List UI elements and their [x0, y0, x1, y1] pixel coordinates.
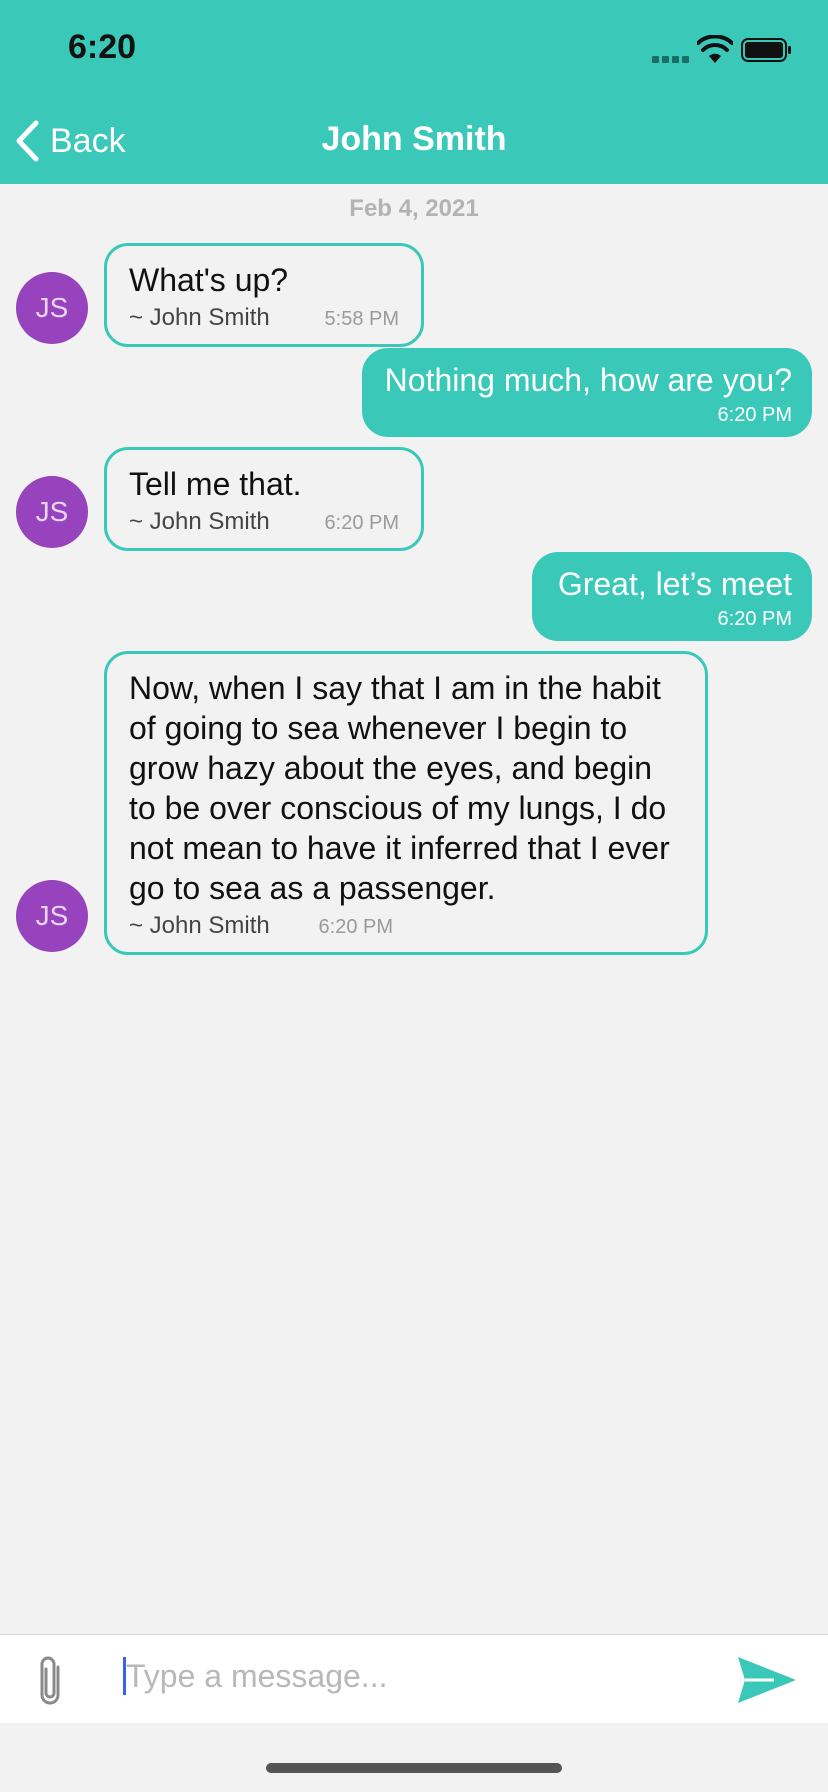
outgoing-message-bubble[interactable]: Great, let’s meet 6:20 PM	[532, 552, 812, 641]
incoming-message-bubble[interactable]: Now, when I say that I am in the habit o…	[104, 651, 708, 955]
message-time: 6:20 PM	[717, 608, 792, 630]
incoming-message-bubble[interactable]: Tell me that. ~ John Smith 6:20 PM	[104, 447, 424, 551]
home-indicator[interactable]	[266, 1763, 562, 1773]
message-sender: ~ John Smith	[129, 912, 270, 939]
navigation-header: 6:20 Back John Smith	[0, 0, 828, 184]
message-text: Now, when I say that I am in the habit o…	[129, 670, 670, 906]
message-sender: ~ John Smith	[129, 304, 270, 331]
message-text: What's up?	[129, 262, 289, 298]
message-input[interactable]	[124, 1645, 708, 1707]
message-text: Nothing much, how are you?	[384, 362, 792, 398]
send-icon[interactable]	[736, 1655, 798, 1705]
cellular-signal-icon	[652, 50, 692, 63]
message-sender: ~ John Smith	[129, 508, 270, 535]
conversation-title: John Smith	[321, 120, 507, 158]
avatar[interactable]: JS	[16, 476, 88, 548]
paperclip-icon[interactable]	[30, 1653, 70, 1711]
message-text: Great, let’s meet	[557, 566, 792, 602]
battery-icon	[741, 38, 791, 62]
message-time: 6:20 PM	[324, 512, 399, 534]
message-composer	[0, 1634, 828, 1723]
message-time: 6:20 PM	[717, 404, 792, 426]
status-time: 6:20	[68, 28, 137, 66]
outgoing-message-bubble[interactable]: Nothing much, how are you? 6:20 PM	[362, 348, 812, 437]
message-time: 5:58 PM	[324, 308, 399, 330]
avatar[interactable]: JS	[16, 272, 88, 344]
wifi-icon	[697, 35, 733, 63]
avatar[interactable]: JS	[16, 880, 88, 952]
message-time: 6:20 PM	[318, 916, 393, 938]
message-text: Tell me that.	[129, 466, 302, 502]
date-separator: Feb 4, 2021	[349, 195, 479, 222]
incoming-message-bubble[interactable]: What's up? ~ John Smith 5:58 PM	[104, 243, 424, 347]
